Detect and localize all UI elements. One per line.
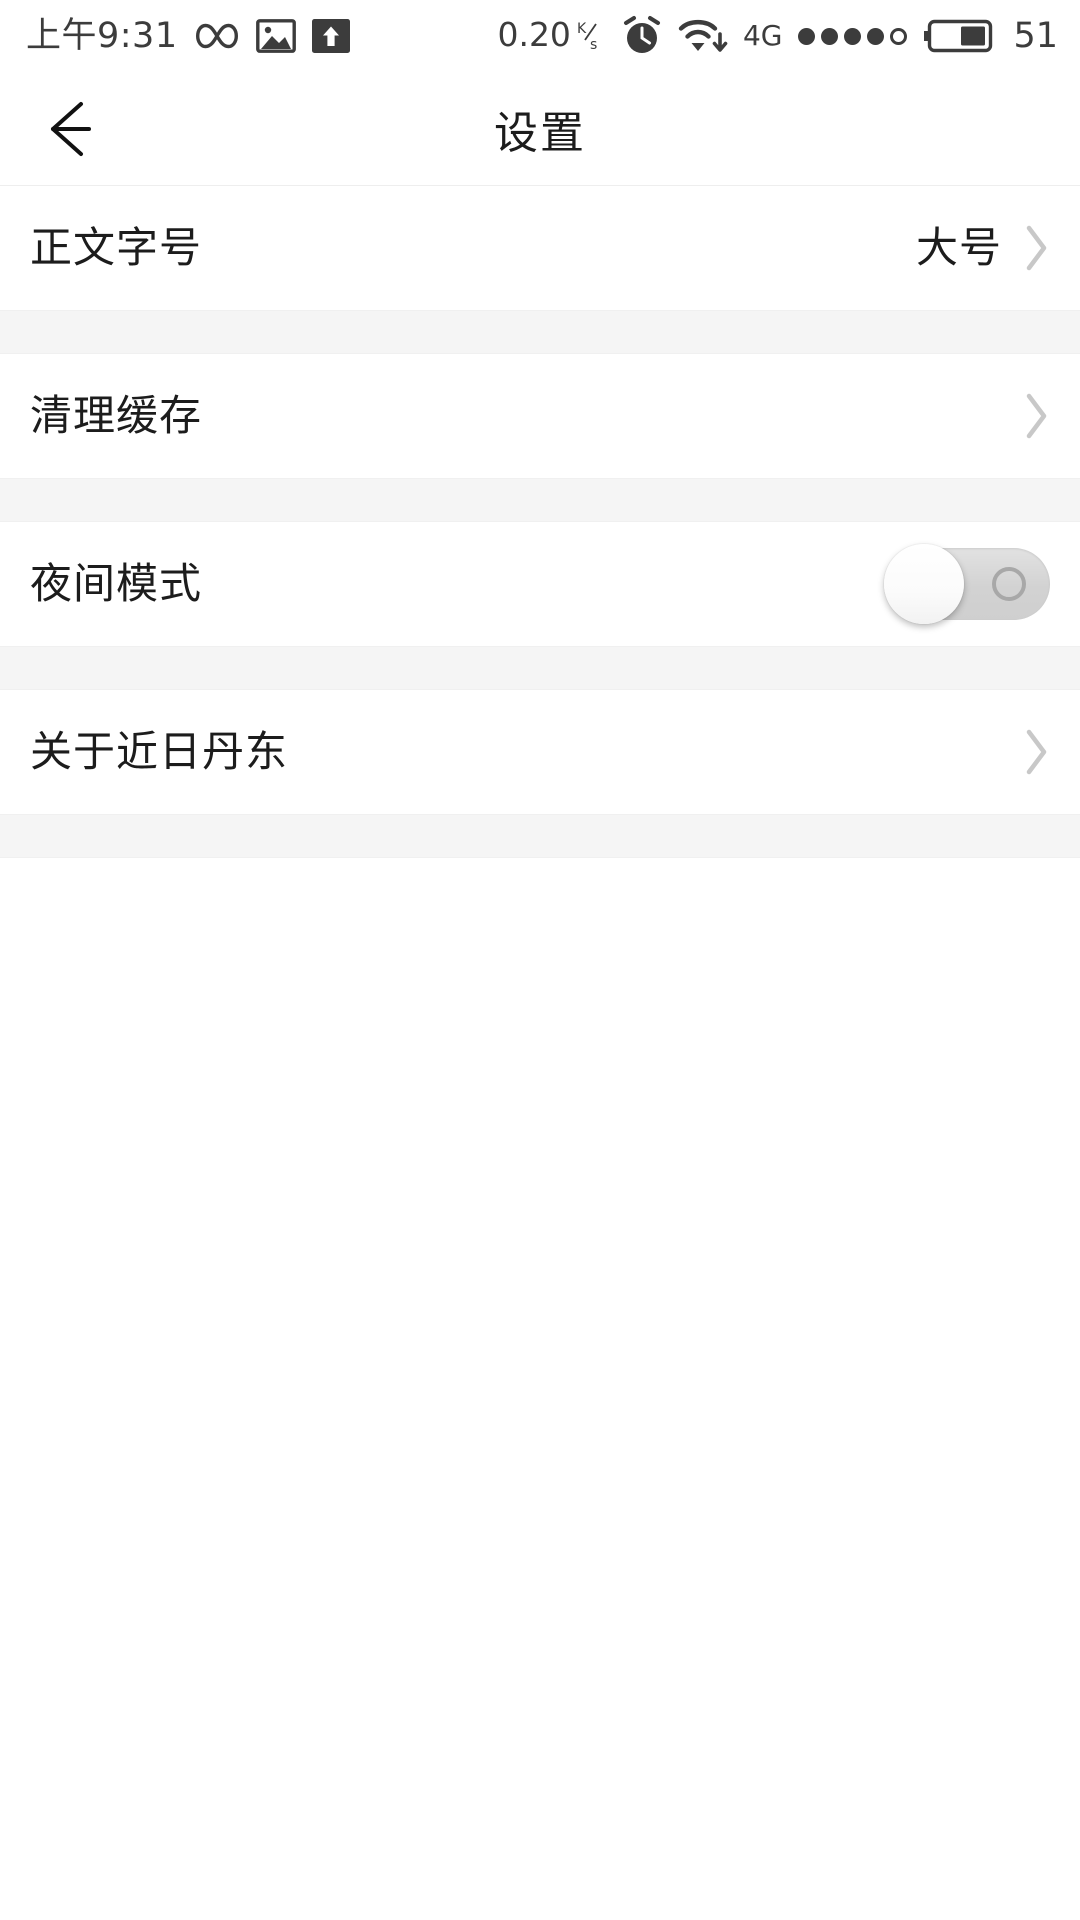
settings-row-night-mode[interactable]: 夜间模式 [0, 522, 1080, 646]
settings-row-label: 夜间模式 [30, 559, 203, 608]
toggle-off-ring-icon [992, 567, 1026, 601]
settings-list: 正文字号 大号 清理缓存 夜间模式 关于近日丹东 [0, 186, 1080, 858]
settings-row-label: 正文字号 [30, 223, 203, 272]
app-header: 设置 [0, 72, 1080, 186]
settings-row-right [1002, 392, 1050, 440]
status-bar-left: 上午9:31 [26, 15, 350, 56]
status-bar: 上午9:31 0.20 K s 4G 51 [0, 0, 1080, 72]
night-mode-toggle[interactable] [884, 544, 1050, 624]
signal-dot-2 [821, 27, 839, 45]
section-separator-2 [0, 478, 1080, 522]
infinity-icon [194, 21, 240, 51]
status-clock: 上午9:31 [26, 15, 178, 56]
back-button[interactable] [22, 83, 114, 175]
svg-text:s: s [590, 37, 597, 52]
settings-row-label: 清理缓存 [30, 391, 203, 440]
signal-dot-1 [798, 27, 816, 45]
image-icon [255, 19, 296, 53]
battery-icon [922, 17, 994, 55]
settings-row-right [1002, 728, 1050, 776]
battery-level: 51 [1013, 15, 1058, 56]
settings-row-body-font-size[interactable]: 正文字号 大号 [0, 186, 1080, 310]
settings-row-value: 大号 [915, 223, 1002, 272]
upload-icon [311, 19, 350, 53]
signal-dot-3 [844, 27, 862, 45]
network-speed-value: 0.20 [497, 15, 571, 54]
back-arrow-icon [37, 100, 99, 158]
settings-row-right: 大号 [916, 224, 1050, 272]
network-speed-unit: K s [576, 18, 606, 52]
signal-dot-4 [867, 27, 885, 45]
signal-dot-5 [890, 27, 908, 45]
section-separator-3 [0, 646, 1080, 690]
settings-row-clear-cache[interactable]: 清理缓存 [0, 354, 1080, 478]
network-speed: 0.20 K s [497, 18, 605, 54]
settings-row-about-app[interactable]: 关于近日丹东 [0, 690, 1080, 814]
section-separator-1 [0, 310, 1080, 354]
signal-strength-dots [798, 27, 908, 45]
chevron-right-icon [1024, 728, 1050, 776]
chevron-right-icon [1024, 224, 1050, 272]
page-title: 设置 [494, 107, 586, 159]
network-type: 4G [742, 19, 783, 52]
settings-row-right [884, 544, 1050, 624]
svg-text:K: K [577, 21, 587, 37]
alarm-clock-icon [621, 15, 663, 57]
status-bar-right: 0.20 K s 4G 51 [497, 15, 1058, 57]
wifi-download-icon [678, 15, 728, 57]
section-separator-4 [0, 814, 1080, 858]
settings-row-label: 关于近日丹东 [30, 727, 289, 776]
toggle-thumb [884, 544, 964, 624]
chevron-right-icon [1024, 392, 1050, 440]
